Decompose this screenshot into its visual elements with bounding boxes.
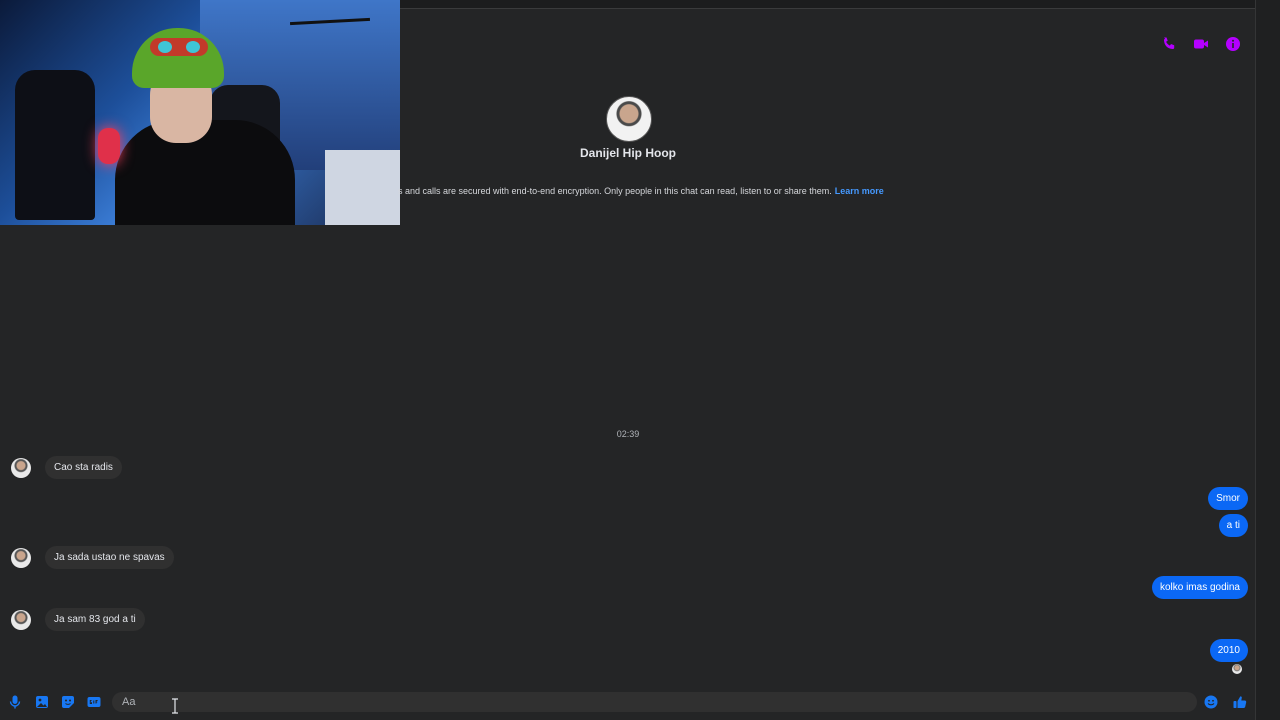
video-icon[interactable] <box>1193 36 1209 52</box>
outgoing-message[interactable]: a ti <box>1218 514 1248 537</box>
emoji-icon[interactable] <box>1203 694 1219 710</box>
contact-avatar-small[interactable] <box>11 547 31 568</box>
outgoing-message[interactable]: Smor <box>1208 487 1248 510</box>
gif-icon[interactable] <box>86 694 102 710</box>
webcam-person-body <box>115 120 295 225</box>
contact-avatar-small[interactable] <box>11 609 31 630</box>
contact-name[interactable]: Danijel Hip Hoop <box>0 146 1256 160</box>
info-icon[interactable] <box>1225 36 1241 52</box>
webcam-goggles <box>150 38 208 56</box>
message-bubble[interactable]: Ja sada ustao ne spavas <box>45 546 174 569</box>
webcam-overlay <box>0 0 400 225</box>
contact-avatar-small[interactable] <box>11 457 31 478</box>
encryption-notice: s and calls are secured with end-to-end … <box>398 186 884 196</box>
message-input[interactable] <box>112 692 1197 712</box>
encryption-text: s and calls are secured with end-to-end … <box>398 186 832 196</box>
message-bubble[interactable]: Cao sta radis <box>45 456 122 479</box>
message-bubble[interactable]: Ja sam 83 god a ti <box>45 608 145 631</box>
scrollbar-track[interactable] <box>1255 0 1280 720</box>
message-timestamp: 02:39 <box>616 429 640 439</box>
contact-avatar[interactable] <box>606 96 652 142</box>
webcam-desk <box>325 150 400 225</box>
webcam-chair <box>15 70 95 220</box>
outgoing-message[interactable]: kolko imas godina <box>1151 576 1248 599</box>
outgoing-message[interactable]: 2010 <box>1209 639 1248 662</box>
microphone-icon[interactable] <box>7 694 23 710</box>
thumbs-up-icon[interactable] <box>1232 694 1248 710</box>
text-cursor-icon <box>171 698 179 714</box>
incoming-message: Cao sta radis <box>11 456 122 479</box>
seen-indicator-avatar <box>1232 664 1242 674</box>
message-composer <box>0 686 1256 720</box>
incoming-message: Ja sada ustao ne spavas <box>11 546 174 569</box>
image-icon[interactable] <box>34 694 50 710</box>
sticker-icon[interactable] <box>60 694 76 710</box>
phone-icon[interactable] <box>1161 36 1177 52</box>
incoming-message: Ja sam 83 god a ti <box>11 608 145 631</box>
learn-more-link[interactable]: Learn more <box>835 186 884 196</box>
